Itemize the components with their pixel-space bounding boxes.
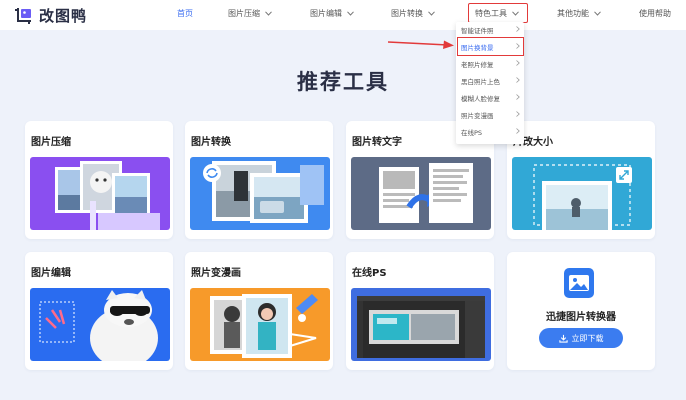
nav-compress[interactable]: 图片压缩 <box>228 8 272 19</box>
dropdown-item-online-ps[interactable]: 在线PS <box>456 124 524 139</box>
chevron-right-icon <box>516 60 520 66</box>
dropdown-item-face-restore[interactable]: 模糊人脸修复 <box>456 90 524 105</box>
cartoon-illustration <box>190 288 330 361</box>
chevron-right-icon <box>516 94 520 100</box>
ocr-illustration <box>351 157 491 230</box>
promo-title: 迅捷图片转换器 <box>546 312 616 323</box>
red-arrow-annotation <box>388 40 454 49</box>
chevron-down-icon <box>428 11 435 16</box>
tool-card-photoshop[interactable]: 在线PS <box>346 252 494 370</box>
nav-home[interactable]: 首页 <box>177 8 193 19</box>
card-title: 图片转文字 <box>352 137 402 148</box>
chevron-right-icon <box>516 111 520 117</box>
chevron-down-icon <box>512 11 519 16</box>
page-title: 推荐工具 <box>297 70 389 94</box>
card-title: 图片压缩 <box>31 137 71 148</box>
nav-edit[interactable]: 图片编辑 <box>310 8 354 19</box>
tool-card-resize[interactable]: 片改大小 <box>507 121 655 239</box>
dropdown-item-colorize[interactable]: 黑白照片上色 <box>456 73 524 88</box>
convert-illustration <box>190 157 330 230</box>
nav-edit-label: 图片编辑 <box>310 9 342 18</box>
nav-help[interactable]: 使用帮助 <box>639 8 671 19</box>
download-button-label: 立即下载 <box>571 333 604 343</box>
nav-compress-label: 图片压缩 <box>228 9 260 18</box>
dropdown-item-cartoon[interactable]: 照片变漫画 <box>456 107 524 122</box>
download-icon <box>558 334 568 343</box>
tool-card-compress[interactable]: 图片压缩 <box>25 121 173 239</box>
dropdown-item-label: 老照片修复 <box>461 60 494 69</box>
chevron-right-icon <box>516 128 520 134</box>
resize-illustration <box>512 157 652 230</box>
chevron-down-icon <box>265 11 272 16</box>
promo-card: 迅捷图片转换器 立即下载 <box>507 252 655 370</box>
dropdown-item-label: 智能证件照 <box>461 26 494 35</box>
edit-illustration <box>30 288 170 361</box>
nav-convert[interactable]: 图片转换 <box>391 8 435 19</box>
top-navbar: 改图鸭 首页 图片压缩 图片编辑 图片转换 特色工具 其他功能 使用帮助 <box>0 0 686 30</box>
card-title: 在线PS <box>352 268 387 279</box>
nav-convert-label: 图片转换 <box>391 9 423 18</box>
dropdown-item-label: 模糊人脸修复 <box>461 94 500 103</box>
tool-card-convert[interactable]: 图片转换 <box>185 121 333 239</box>
tool-card-edit[interactable]: 图片编辑 <box>25 252 173 370</box>
dropdown-item-id-photo[interactable]: 智能证件照 <box>456 22 524 37</box>
nav-special-tools-label: 特色工具 <box>475 9 507 18</box>
dropdown-item-label: 在线PS <box>461 128 483 137</box>
image-app-icon <box>564 268 594 298</box>
card-title: 照片变漫画 <box>191 268 241 279</box>
card-title: 图片编辑 <box>31 268 71 279</box>
nav-home-label: 首页 <box>177 9 193 18</box>
dropdown-item-label: 黑白照片上色 <box>461 77 500 86</box>
logo[interactable]: 改图鸭 <box>14 5 87 25</box>
card-title: 图片转换 <box>191 137 231 148</box>
tool-card-cartoon[interactable]: 照片变漫画 <box>185 252 333 370</box>
nav-other-label: 其他功能 <box>557 9 589 18</box>
chevron-down-icon <box>594 11 601 16</box>
chevron-right-icon <box>516 26 520 32</box>
dropdown-item-restore-old-photo[interactable]: 老照片修复 <box>456 56 524 71</box>
photoshop-illustration <box>351 288 491 361</box>
nav-help-label: 使用帮助 <box>639 9 671 18</box>
brand-name: 改图鸭 <box>39 6 88 25</box>
dropdown-item-label: 照片变漫画 <box>461 111 494 120</box>
logo-icon <box>15 8 31 24</box>
chevron-down-icon <box>347 11 354 16</box>
chevron-right-icon <box>516 77 520 83</box>
nav-special-tools[interactable]: 特色工具 <box>475 8 519 19</box>
compress-illustration <box>30 157 170 230</box>
nav-other[interactable]: 其他功能 <box>557 8 601 19</box>
dropdown-highlight-box <box>457 37 524 56</box>
download-button[interactable]: 立即下载 <box>539 328 623 348</box>
